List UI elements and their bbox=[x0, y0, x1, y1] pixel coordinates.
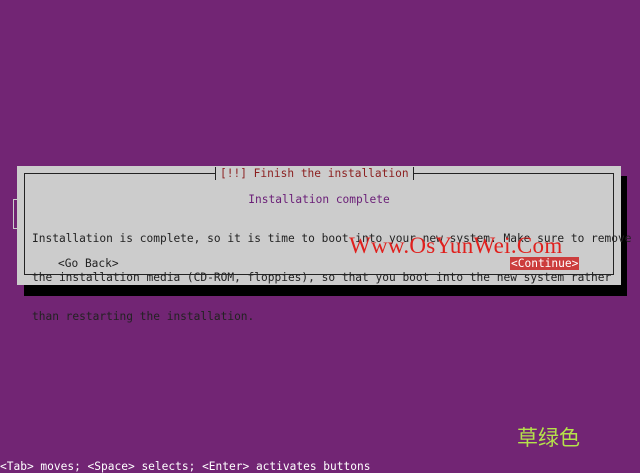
go-back-button[interactable]: <Go Back> bbox=[58, 257, 119, 270]
dialog-title: [!!] Finish the installation bbox=[215, 167, 414, 180]
message-line: than restarting the installation. bbox=[32, 310, 255, 323]
watermark-logo: 草绿色 bbox=[517, 426, 580, 450]
keyboard-help-footer: <Tab> moves; <Space> selects; <Enter> ac… bbox=[0, 460, 371, 473]
dialog-message: Installation is complete, so it is time … bbox=[32, 206, 631, 349]
watermark-url: Www.OsYunWei.Com bbox=[349, 233, 563, 258]
section-title: Installation complete bbox=[248, 193, 390, 206]
message-line: the installation media (CD-ROM, floppies… bbox=[32, 271, 612, 284]
dialog-frame-left bbox=[24, 173, 25, 275]
finish-installation-dialog: [!!] Finish the installation Installatio… bbox=[17, 166, 631, 323]
